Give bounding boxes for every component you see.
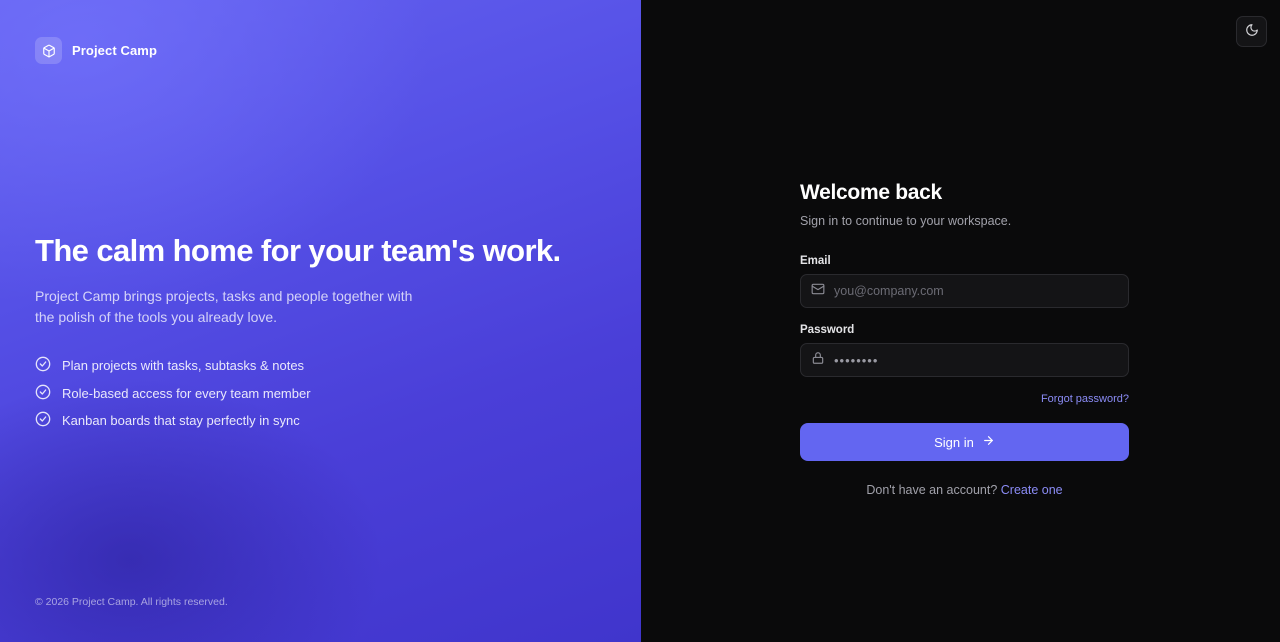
password-label: Password xyxy=(800,324,855,336)
mail-icon xyxy=(811,282,825,301)
check-circle-icon xyxy=(35,384,51,403)
feature-item: Plan projects with tasks, subtasks & not… xyxy=(35,352,311,380)
signup-prompt: Don't have an account? Create one xyxy=(800,483,1129,497)
feature-item: Kanban boards that stay perfectly in syn… xyxy=(35,407,311,435)
email-input[interactable] xyxy=(834,284,1128,298)
moon-icon xyxy=(1245,23,1259,40)
sign-in-button[interactable]: Sign in xyxy=(800,423,1129,461)
forgot-password-link[interactable]: Forgot password? xyxy=(1041,393,1129,405)
feature-list: Plan projects with tasks, subtasks & not… xyxy=(35,352,311,435)
copyright: © 2026 Project Camp. All rights reserved… xyxy=(35,596,228,608)
brand: Project Camp xyxy=(35,37,157,64)
hero-headline: The calm home for your team's work. xyxy=(35,233,561,268)
check-circle-icon xyxy=(35,411,51,430)
feature-text: Plan projects with tasks, subtasks & not… xyxy=(62,358,305,374)
login-form: Welcome back Sign in to continue to your… xyxy=(800,181,1129,497)
email-field-wrapper xyxy=(800,274,1129,308)
password-field-wrapper: •••••••• xyxy=(800,343,1129,377)
check-circle-icon xyxy=(35,356,51,375)
lock-icon xyxy=(811,351,825,370)
create-account-link[interactable]: Create one xyxy=(1001,483,1063,497)
theme-toggle-button[interactable] xyxy=(1236,16,1267,47)
feature-text: Kanban boards that stay perfectly in syn… xyxy=(62,413,300,429)
hero-tagline: Project Camp brings projects, tasks and … xyxy=(35,288,413,325)
auth-panel: Welcome back Sign in to continue to your… xyxy=(641,0,1280,642)
login-page: Project Camp The calm home for your team… xyxy=(0,0,1280,642)
feature-text: Role-based access for every team member xyxy=(62,385,311,401)
box-icon xyxy=(35,37,62,64)
form-title: Welcome back xyxy=(800,181,942,204)
signup-prompt-text: Don't have an account? xyxy=(866,483,998,497)
email-label: Email xyxy=(800,255,831,267)
hero-panel: Project Camp The calm home for your team… xyxy=(0,0,641,642)
password-input[interactable]: •••••••• xyxy=(834,353,1128,368)
sign-in-label: Sign in xyxy=(934,434,974,450)
arrow-right-icon xyxy=(982,434,995,450)
brand-name: Project Camp xyxy=(72,43,158,58)
feature-item: Role-based access for every team member xyxy=(35,380,311,408)
form-subtitle: Sign in to continue to your workspace. xyxy=(800,214,1012,228)
